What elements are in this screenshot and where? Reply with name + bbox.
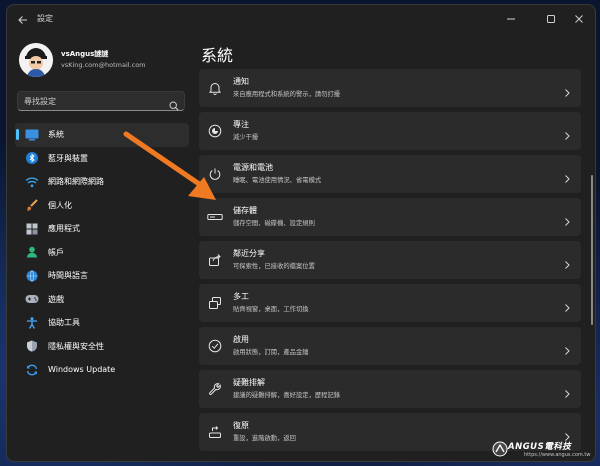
- card-description: 可探索性，已接收的檔案位置: [233, 263, 315, 270]
- monitor-icon: [25, 128, 39, 142]
- sidebar-item-label: 個人化: [48, 200, 72, 210]
- card-description: 建議的疑難排解，喜好設定，歷程記錄: [233, 392, 341, 399]
- accessibility-icon: [25, 316, 39, 330]
- card-power-battery[interactable]: 電源和電池 睡眠、電池使用情況、省電模式: [199, 155, 581, 193]
- card-activation[interactable]: 啟用 啟用狀態，訂閱，產品金鑰: [199, 327, 581, 365]
- sidebar-item-network[interactable]: 網路和網際網路: [15, 170, 189, 194]
- app-title: 設定: [37, 14, 53, 23]
- card-description: 重設，進階啟動，返回: [233, 435, 296, 442]
- search-icon[interactable]: [169, 96, 179, 115]
- title-bar: 設定: [7, 5, 595, 33]
- card-title: 疑難排解: [233, 378, 265, 387]
- multitask-icon: [207, 295, 223, 311]
- chevron-right-icon: [563, 384, 571, 403]
- windows-update-icon: [25, 363, 39, 377]
- card-description: 貼齊視窗，桌面，工作切換: [233, 306, 309, 313]
- chevron-right-icon: [563, 298, 571, 317]
- card-title: 儲存體: [233, 206, 257, 215]
- shield-icon: [25, 339, 39, 353]
- sidebar-item-time-language[interactable]: 時間與語言: [15, 264, 189, 288]
- card-title: 電源和電池: [233, 163, 273, 172]
- sidebar-item-label: 藍牙與裝置: [48, 153, 88, 163]
- sidebar-item-accounts[interactable]: 帳戶: [15, 241, 189, 265]
- wrench-icon: [207, 381, 223, 397]
- sidebar-item-label: 遊戲: [48, 294, 64, 304]
- card-storage[interactable]: 儲存體 儲存空間、磁碟機、設定規則: [199, 198, 581, 236]
- card-notifications[interactable]: 通知 來自應用程式和系統的警示，請勿打擾: [199, 69, 581, 107]
- chevron-right-icon: [563, 169, 571, 188]
- sidebar-item-windows-update[interactable]: Windows Update: [15, 358, 189, 382]
- search-input[interactable]: [24, 94, 164, 108]
- watermark: ANGUS電科技 https://www.angus.com.tw: [490, 438, 594, 462]
- bell-icon: [207, 80, 223, 96]
- card-description: 來自應用程式和系統的警示，請勿打擾: [233, 91, 341, 98]
- card-description: 睡眠、電池使用情況、省電模式: [233, 177, 322, 184]
- chevron-right-icon: [563, 255, 571, 274]
- card-multitasking[interactable]: 多工 貼齊視窗，桌面，工作切換: [199, 284, 581, 322]
- profile-email: vsKing.com@hotmail.com: [61, 61, 146, 69]
- chevron-right-icon: [563, 83, 571, 102]
- watermark-title: ANGUS電科技: [508, 442, 572, 452]
- sidebar-item-bluetooth[interactable]: 藍牙與裝置: [15, 147, 189, 171]
- storage-icon: [207, 209, 223, 225]
- bluetooth-icon: [25, 151, 39, 165]
- share-icon: [207, 252, 223, 268]
- sidebar-item-label: 隱私權與安全性: [48, 341, 104, 351]
- apps-icon: [25, 222, 39, 236]
- brush-icon: [25, 198, 39, 212]
- settings-cards: 通知 來自應用程式和系統的警示，請勿打擾 專注 減少干擾 電源和電池 睡眠、電池…: [199, 69, 581, 456]
- search-box[interactable]: [17, 91, 185, 111]
- sidebar-item-label: 網路和網際網路: [48, 177, 104, 187]
- check-circle-icon: [207, 338, 223, 354]
- card-focus[interactable]: 專注 減少干擾: [199, 112, 581, 150]
- sidebar-item-label: 系統: [48, 130, 64, 140]
- person-icon: [25, 245, 39, 259]
- card-title: 啟用: [233, 335, 249, 344]
- back-arrow-icon[interactable]: [16, 12, 30, 26]
- card-title: 復原: [233, 421, 249, 430]
- card-title: 鄰近分享: [233, 249, 265, 258]
- sidebar-item-label: 帳戶: [48, 247, 64, 257]
- sidebar-item-privacy-security[interactable]: 隱私權與安全性: [15, 335, 189, 359]
- sidebar-item-label: 應用程式: [48, 224, 80, 234]
- card-nearby-sharing[interactable]: 鄰近分享 可探索性，已接收的檔案位置: [199, 241, 581, 279]
- card-troubleshoot[interactable]: 疑難排解 建議的疑難排解，喜好設定，歷程記錄: [199, 370, 581, 408]
- watermark-url: https://www.angus.com.tw: [524, 452, 591, 458]
- scrollbar[interactable]: [591, 175, 593, 325]
- sidebar-item-accessibility[interactable]: 協助工具: [15, 311, 189, 335]
- profile-name: vsAngus謎謎: [61, 50, 109, 58]
- card-description: 減少干擾: [233, 134, 259, 141]
- card-description: 啟用狀態，訂閱，產品金鑰: [233, 349, 309, 356]
- card-description: 儲存空間、磁碟機、設定規則: [233, 220, 315, 227]
- power-icon: [207, 166, 223, 182]
- sidebar-item-gaming[interactable]: 遊戲: [15, 288, 189, 312]
- minimize-button[interactable]: [491, 9, 531, 29]
- sidebar-item-personalization[interactable]: 個人化: [15, 194, 189, 218]
- chevron-right-icon: [563, 212, 571, 231]
- chevron-right-icon: [563, 126, 571, 145]
- card-title: 多工: [233, 292, 249, 301]
- sidebar-item-apps[interactable]: 應用程式: [15, 217, 189, 241]
- card-title: 通知: [233, 77, 249, 86]
- sidebar-nav: 系統 藍牙與裝置 網路和網際網路 個人化 應用程式 帳戶 時間與語言 遊戲 協助…: [15, 123, 189, 382]
- sidebar-item-label: 時間與語言: [48, 271, 88, 281]
- focus-icon: [207, 123, 223, 139]
- watermark-logo-icon: [492, 441, 508, 457]
- globe-clock-icon: [25, 269, 39, 283]
- avatar[interactable]: [19, 43, 53, 77]
- settings-window: 設定 vsAngus謎謎 vsKing.com@hotmail.com 尋找設定…: [6, 4, 596, 462]
- wifi-icon: [25, 175, 39, 189]
- card-title: 專注: [233, 120, 249, 129]
- sidebar-item-system[interactable]: 系統: [15, 123, 189, 147]
- recovery-icon: [207, 424, 223, 440]
- chevron-right-icon: [563, 341, 571, 360]
- sidebar-item-label: Windows Update: [48, 365, 116, 375]
- sidebar-item-label: 協助工具: [48, 318, 80, 328]
- gamepad-icon: [25, 292, 39, 306]
- page-title: 系統: [201, 46, 234, 65]
- close-button[interactable]: [559, 9, 595, 29]
